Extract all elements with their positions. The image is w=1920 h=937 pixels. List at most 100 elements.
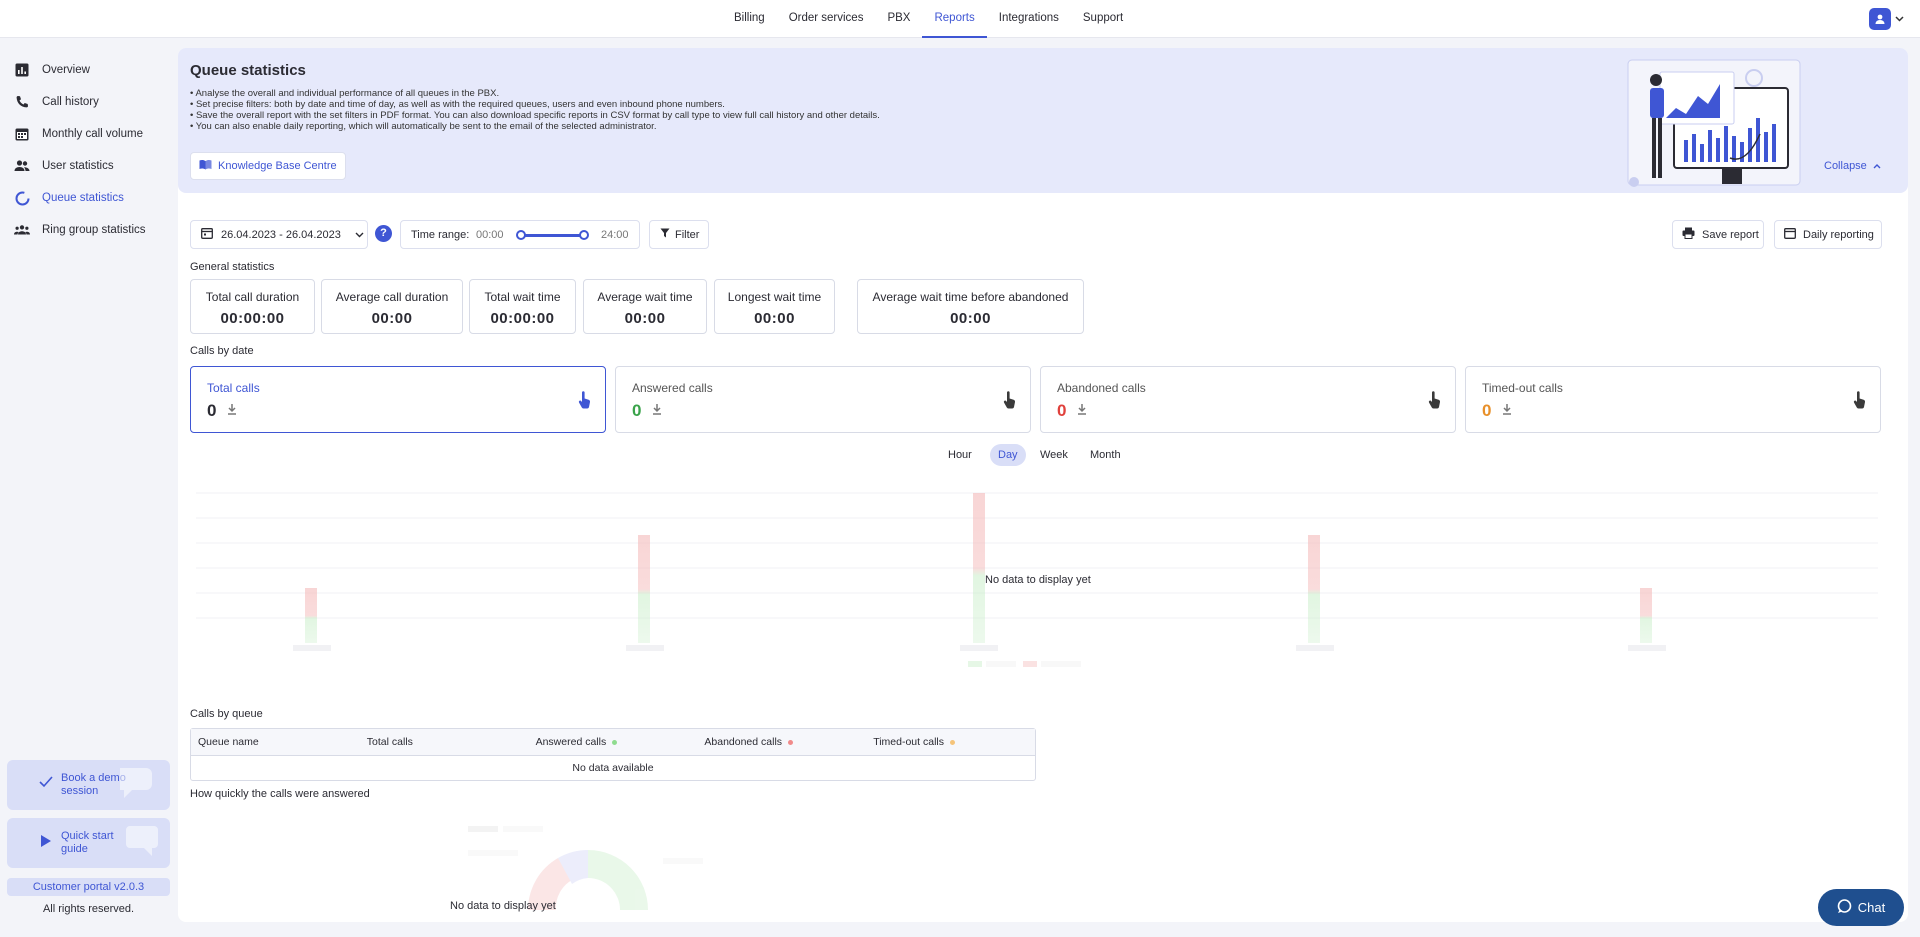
pointer-hand-icon [1852,391,1866,412]
time-range-slider[interactable] [521,234,583,237]
filter-icon [660,228,670,241]
column-abandoned-calls[interactable]: Abandoned calls [697,729,866,755]
date-range-picker[interactable]: 26.04.2023 - 26.04.2023 [190,220,368,249]
collapse-label: Collapse [1824,160,1867,172]
filter-button[interactable]: Filter [649,220,709,249]
tab-billing[interactable]: Billing [722,0,777,38]
stat-title: Total call duration [205,290,300,304]
stat-value: 00:00:00 [220,310,285,327]
sidebar-item-label: Ring group statistics [42,224,146,236]
column-total-calls[interactable]: Total calls [360,729,529,755]
time-end-handle[interactable] [579,230,589,240]
stat-total-wait-time: Total wait time 00:00:00 [469,279,576,334]
book-demo-button[interactable]: Book a demo session [7,760,170,810]
time-range-control: Time range: 00:00 24:00 [400,220,640,249]
sidebar-item-overview[interactable]: Overview [14,59,90,81]
tab-order-services[interactable]: Order services [777,0,876,38]
download-icon[interactable] [652,403,662,418]
printer-icon [1682,227,1695,242]
column-label: Total calls [366,736,413,748]
download-icon[interactable] [1502,403,1512,418]
general-statistics-heading: General statistics [190,261,275,273]
card-abandoned-calls[interactable]: Abandoned calls 0 [1040,366,1456,433]
sidebar-item-user-statistics[interactable]: User statistics [14,155,114,177]
sidebar-item-monthly-call-volume[interactable]: Monthly call volume [14,123,143,145]
chat-bubble-decoration-icon [116,764,160,808]
tab-pbx[interactable]: PBX [875,0,922,38]
card-value: 0 [1482,401,1492,420]
chevron-up-icon [1873,160,1881,172]
answer-speed-no-data: No data to display yet [450,900,556,912]
sidebar-item-label: Call history [42,96,99,108]
sidebar: Overview Call history Monthly call volum… [0,38,178,937]
chat-label: Chat [1857,900,1886,915]
play-icon [40,834,52,852]
help-icon[interactable]: ? [375,225,392,242]
top-bar: Billing Order services PBX Reports Integ… [0,0,1920,38]
period-month[interactable]: Month [1082,444,1129,466]
download-icon[interactable] [227,403,237,418]
timed-out-dot-icon [950,739,955,745]
sidebar-item-ring-group-statistics[interactable]: Ring group statistics [14,219,146,241]
knowledge-base-label: Knowledge Base Centre [218,160,337,172]
stat-longest-wait-time: Longest wait time 00:00 [714,279,835,334]
card-timed-out-calls[interactable]: Timed-out calls 0 [1465,366,1881,433]
stat-total-call-duration: Total call duration 00:00:00 [190,279,315,334]
stat-average-wait-before-abandoned: Average wait time before abandoned 00:00 [857,279,1084,334]
calendar-check-icon [1784,227,1796,242]
save-report-button[interactable]: Save report [1672,220,1764,249]
portal-version[interactable]: Customer portal v2.0.3 [7,878,170,896]
page-title: Queue statistics [190,62,306,79]
time-from-value: 00:00 [476,228,504,241]
time-start-handle[interactable] [516,230,526,240]
card-answered-calls[interactable]: Answered calls 0 [615,366,1031,433]
daily-reporting-label: Daily reporting [1803,228,1874,241]
calendar-icon [201,227,213,242]
save-report-label: Save report [1702,228,1759,241]
tab-support[interactable]: Support [1071,0,1135,38]
chat-icon [1837,898,1852,917]
user-menu[interactable] [1869,8,1904,30]
period-hour[interactable]: Hour [940,444,980,466]
knowledge-base-button[interactable]: Knowledge Base Centre [190,152,346,180]
collapse-button[interactable]: Collapse [1824,160,1881,172]
pointer-hand-icon [1427,391,1441,412]
period-week[interactable]: Week [1032,444,1076,466]
stat-value: 00:00:00 [490,310,555,327]
sidebar-item-label: User statistics [42,160,114,172]
tab-reports[interactable]: Reports [922,0,988,38]
time-range-label: Time range: [411,228,470,241]
quick-start-guide-button[interactable]: Quick start guide [7,818,170,868]
checkmark-icon [39,776,53,792]
chevron-down-icon [355,229,364,241]
column-timed-out-calls[interactable]: Timed-out calls [866,729,1035,755]
period-day[interactable]: Day [990,444,1026,466]
time-to-value: 24:00 [601,228,629,241]
chat-button[interactable]: Chat [1818,889,1904,926]
date-range-value: 26.04.2023 - 26.04.2023 [221,228,341,241]
tab-integrations[interactable]: Integrations [987,0,1071,38]
daily-reporting-button[interactable]: Daily reporting [1774,220,1882,249]
calls-by-queue-heading: Calls by queue [190,708,263,720]
user-avatar-icon [1869,8,1891,30]
column-label: Timed-out calls [873,736,944,748]
phone-icon [14,94,30,110]
banner-bullet: Save the overall report with the set fil… [190,110,880,121]
chart-no-data: No data to display yet [985,574,1091,586]
stat-title: Average wait time before abandoned [872,290,1069,304]
stat-title: Average wait time [597,290,693,304]
calls-by-date-chart-placeholder [196,492,1878,667]
sidebar-item-queue-statistics[interactable]: Queue statistics [14,187,124,209]
chat-bubble-decoration-icon [116,822,160,866]
table-empty-row: No data available [572,762,654,774]
download-icon[interactable] [1077,403,1087,418]
sidebar-item-label: Overview [42,64,90,76]
column-queue-name[interactable]: Queue name [191,729,360,755]
card-total-calls[interactable]: Total calls 0 [190,366,606,433]
calendar-icon [14,126,30,142]
filter-label: Filter [675,228,700,241]
calls-by-queue-table: Queue name Total calls Answered calls Ab… [190,728,1036,781]
sidebar-item-call-history[interactable]: Call history [14,91,99,113]
banner-bullet: Set precise filters: both by date and ti… [190,99,880,110]
column-answered-calls[interactable]: Answered calls [529,729,698,755]
